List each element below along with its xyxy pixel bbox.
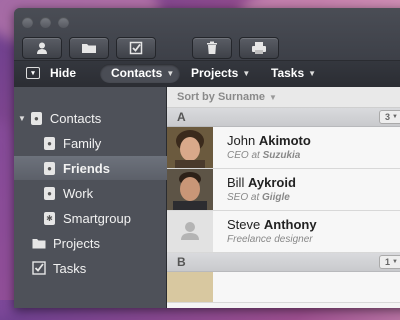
contact-subtitle: Freelance designer [227, 234, 313, 245]
avatar [167, 211, 213, 252]
contact-name: Bill Aykroid [227, 175, 296, 190]
hide-sidebar-icon: ▾ [26, 67, 40, 79]
section-header: A 3 ▼ [167, 108, 400, 127]
avatar [167, 169, 213, 210]
app-window: ▾ Hide Contacts ▼ Projects ▼ Tasks ▼ ▼ ●… [14, 8, 400, 308]
new-project-button[interactable] [69, 37, 109, 59]
avatar [167, 127, 213, 168]
list-item[interactable]: John Akimoto CEO at Suzukia [167, 127, 400, 169]
chevron-down-icon: ▼ [242, 68, 251, 78]
folder-icon [82, 44, 96, 53]
group-icon: ● [44, 161, 55, 175]
minimize-window-button[interactable] [40, 17, 51, 28]
contact-name: John Akimoto [227, 133, 311, 148]
sidebar-item-label: Contacts [49, 110, 102, 126]
tab-tasks-label: Tasks [271, 66, 305, 80]
contact-subtitle: CEO at Suzukia [227, 150, 301, 161]
contact-subtitle: SEO at Giigle [227, 192, 290, 203]
chevron-down-icon: ▼ [166, 68, 175, 78]
tab-tasks[interactable]: Tasks ▼ [271, 66, 316, 80]
checkbox-icon [129, 41, 143, 55]
titlebar [14, 8, 400, 61]
new-task-button[interactable] [116, 37, 156, 59]
zoom-window-button[interactable] [58, 17, 69, 28]
list-item[interactable]: Steve Anthony Freelance designer [167, 211, 400, 253]
section-count: 1 [385, 257, 391, 267]
delete-button[interactable] [192, 37, 232, 59]
sort-menu[interactable]: Sort by Surname ▼ [167, 87, 400, 108]
section-header: B 1 ▼ [167, 253, 400, 272]
sidebar-item-label: Friends [63, 160, 110, 176]
close-window-button[interactable] [22, 17, 33, 28]
hide-label: Hide [50, 66, 77, 80]
hide-sidebar-button[interactable]: ▾ Hide [26, 66, 76, 80]
sidebar-item-contacts[interactable]: ▼ ● Contacts [14, 106, 170, 130]
sidebar-item-tasks[interactable]: Tasks [14, 256, 184, 280]
list-item[interactable] [167, 272, 400, 303]
address-book-icon: ● [30, 111, 42, 125]
tab-projects[interactable]: Projects ▼ [191, 66, 250, 80]
list-item[interactable]: Bill Aykroid SEO at Giigle [167, 169, 400, 211]
sidebar-item-label: Work [63, 185, 94, 201]
contacts-list-panel: Sort by Surname ▼ A 3 ▼ John Akimoto CEO… [167, 87, 400, 308]
tab-projects-label: Projects [191, 66, 239, 80]
avatar [167, 272, 213, 302]
trash-icon [207, 41, 217, 54]
sidebar: ▼ ● Contacts ● Family ● Friends ● Work ✱… [14, 87, 196, 308]
person-icon [37, 42, 47, 54]
new-contact-button[interactable] [22, 37, 62, 59]
tab-contacts[interactable]: Contacts ▼ [111, 66, 174, 80]
checkbox-icon [32, 261, 46, 275]
folder-icon [32, 238, 46, 248]
print-button[interactable] [239, 37, 279, 59]
chevron-down-icon: ▼ [392, 259, 398, 265]
sidebar-item-projects[interactable]: Projects [14, 231, 184, 255]
section-count-dropdown[interactable]: 3 ▼ [379, 110, 400, 124]
section-count-dropdown[interactable]: 1 ▼ [379, 255, 400, 269]
chevron-down-icon: ▼ [392, 114, 398, 120]
smartgroup-gear-icon: ✱ [44, 211, 55, 225]
printer-icon [252, 42, 266, 54]
chevron-down-icon: ▼ [308, 68, 317, 78]
navigation-bar: ▾ Hide Contacts ▼ Projects ▼ Tasks ▼ [14, 61, 400, 88]
sidebar-item-label: Tasks [53, 260, 87, 276]
sort-label: Sort by Surname [177, 91, 266, 103]
group-icon: ● [44, 136, 55, 150]
sidebar-item-label: Projects [53, 235, 100, 251]
contact-name: Steve Anthony [227, 217, 317, 232]
contact-photo [167, 169, 213, 210]
tab-contacts-label: Contacts [111, 66, 163, 80]
sidebar-item-label: Smartgroup [63, 210, 131, 226]
sidebar-item-label: Family [63, 135, 102, 151]
section-count: 3 [385, 112, 391, 122]
group-icon: ● [44, 186, 55, 200]
section-letter: A [177, 110, 186, 124]
chevron-down-icon: ▼ [269, 92, 277, 102]
section-letter: B [177, 255, 186, 269]
person-placeholder-icon [181, 222, 199, 240]
contact-photo [167, 127, 213, 168]
disclosure-triangle-icon[interactable]: ▼ [18, 114, 26, 123]
window-controls [22, 17, 69, 28]
